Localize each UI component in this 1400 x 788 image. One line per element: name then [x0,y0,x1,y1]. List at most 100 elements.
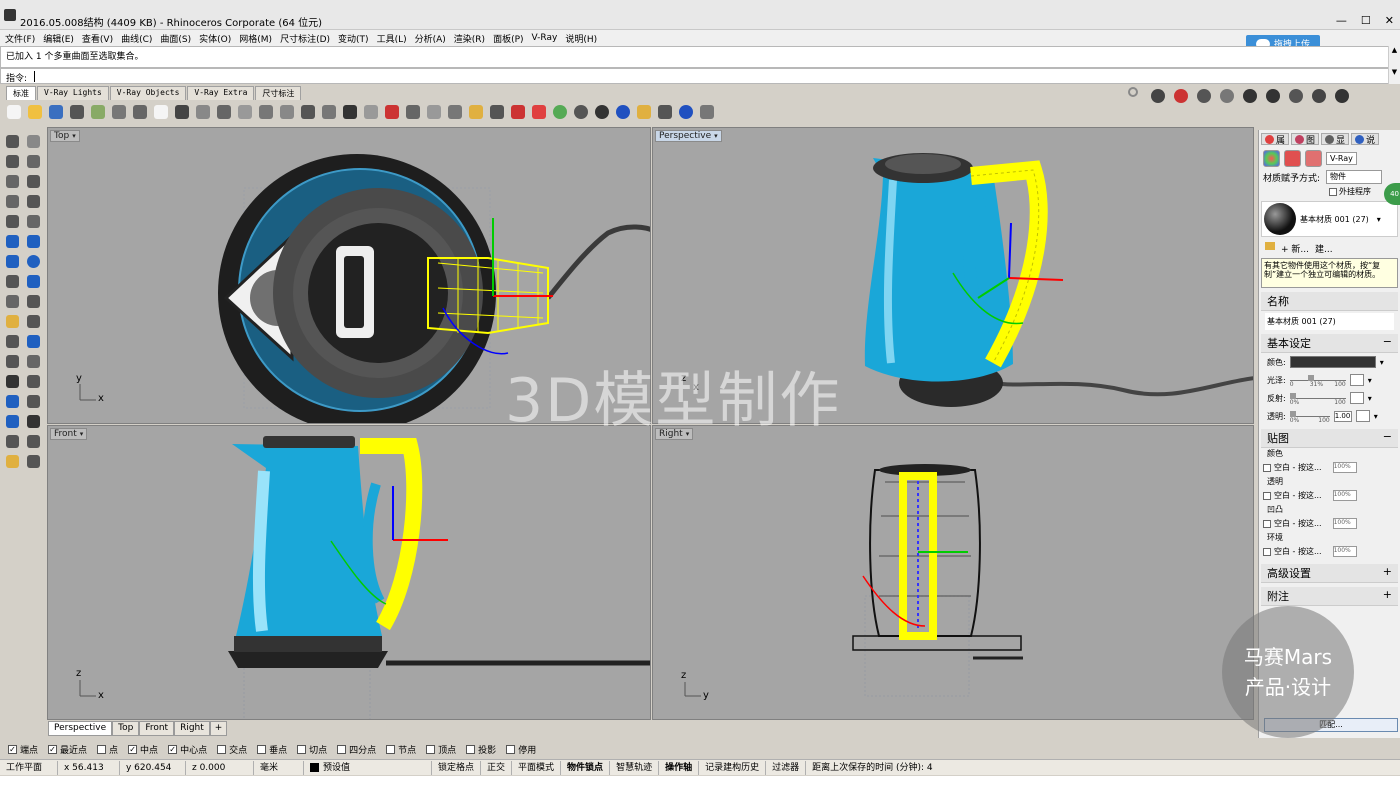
osnap-checkbox[interactable] [297,744,307,754]
material-icon[interactable] [529,102,549,122]
osnap-12[interactable]: 停用 [506,743,536,756]
osnap-checkbox[interactable] [257,744,267,754]
status-smarttrack[interactable]: 智慧轨迹 [610,760,660,775]
zoom-extents-icon[interactable] [256,102,276,122]
osnap-0[interactable]: ✓ 端点 [8,743,38,756]
viewport-label-right[interactable]: Right ▾ [655,428,694,440]
chevron-down-icon[interactable]: ▾ [80,430,84,438]
array-icon[interactable] [23,353,43,370]
section-advanced[interactable]: 高级设置 + [1261,564,1398,583]
vray-render-icon[interactable] [1148,86,1168,106]
loft-icon[interactable] [23,293,43,310]
color-swatch[interactable] [1289,356,1376,368]
sphere-icon[interactable] [571,102,591,122]
copy-icon[interactable] [130,102,150,122]
map-checkbox[interactable] [1263,547,1271,556]
toolbar-gear-icon[interactable] [1128,87,1138,97]
osnap-3[interactable]: ✓ 中点 [128,743,158,756]
tab-layers[interactable]: 图 [1291,133,1320,146]
rect-icon[interactable] [23,193,43,210]
expand-icon[interactable]: + [1383,588,1392,604]
status-gumball[interactable]: 操作轴 [659,760,700,775]
vray-stop-icon[interactable] [1171,86,1191,106]
osnap-10[interactable]: 顶点 [426,743,456,756]
map-amount-field[interactable]: 100% [1332,462,1357,473]
zoom-selected-icon[interactable] [277,102,297,122]
surface-icon[interactable] [2,233,22,250]
command-prompt[interactable]: 指令: [0,68,1400,84]
green-notification-badge[interactable]: 40 [1384,183,1400,205]
status-ortho[interactable]: 正交 [481,760,513,775]
chevron-down-icon[interactable]: ▾ [1368,394,1372,403]
menu-help[interactable]: 说明(H) [565,32,597,45]
point-icon[interactable] [445,102,465,122]
zoom-window-icon[interactable] [235,102,255,122]
viewport-label-top[interactable]: Top ▾ [50,130,80,142]
tab-vray-extra[interactable]: V-Ray Extra [187,86,255,100]
map-slot[interactable]: 空白 - 按这... [1274,490,1322,501]
status-osnap[interactable]: 物件锁点 [561,760,611,775]
menu-vray[interactable]: V-Ray [532,33,558,43]
assign-select[interactable]: 物件 [1326,170,1383,184]
section-name[interactable]: 名称 [1261,292,1398,311]
map-amount-field[interactable]: 100% [1332,546,1357,557]
print-icon[interactable] [67,102,87,122]
status-history[interactable]: 记录建构历史 [699,760,767,775]
ior-field[interactable]: 1.00 [1333,410,1352,422]
polyline-icon[interactable] [2,153,22,170]
osnap-7[interactable]: 切点 [297,743,327,756]
cut-icon[interactable] [109,102,129,122]
osnap-checkbox[interactable] [426,744,436,754]
collapse-icon[interactable]: − [1383,335,1392,351]
menu-file[interactable]: 文件(F) [5,32,35,45]
maximize-button[interactable]: ☐ [1361,14,1371,27]
status-layer[interactable]: 预设值 [304,760,432,775]
gloss-swatch[interactable] [1349,374,1364,386]
render-icon[interactable] [2,453,22,470]
viewport-label-front[interactable]: Front ▾ [50,428,88,440]
map-slot[interactable]: 空白 - 按这... [1274,518,1322,529]
material-name-field[interactable]: 基本材质 001 (27) [1265,313,1394,330]
map-checkbox[interactable] [1263,491,1271,500]
close-button[interactable]: ✕ [1385,14,1394,27]
status-cplane[interactable]: 工作平面 [0,760,58,775]
render-sphere-icon[interactable] [592,102,612,122]
osnap-9[interactable]: 节点 [386,743,416,756]
new-icon[interactable] [4,102,24,122]
viewport-tab-front[interactable]: Front [139,721,175,736]
history-scrollbar[interactable]: ▲ ▼ [1388,46,1400,84]
minimize-button[interactable]: — [1336,14,1347,27]
transparency-slider[interactable]: 0% 100 [1289,411,1330,424]
teapot-icon[interactable] [1286,86,1306,106]
chevron-down-icon[interactable]: ▾ [714,132,718,140]
dimension-icon[interactable] [23,373,43,390]
mesh-icon[interactable] [23,273,43,290]
vray-vfb-icon[interactable] [1332,86,1352,106]
spotlight-icon[interactable] [634,102,654,122]
cursor-icon[interactable] [697,102,717,122]
rotate-view-icon[interactable] [214,102,234,122]
create-material-button[interactable]: 建... [1315,242,1333,255]
color-wheel-icon[interactable] [550,102,570,122]
vray-frame-icon[interactable] [1194,86,1214,106]
paste-icon[interactable] [151,102,171,122]
vray-material-button[interactable]: V-Ray [1326,151,1357,165]
chevron-down-icon[interactable]: ▾ [1377,215,1381,224]
viewport-top[interactable]: Top ▾ y x [47,127,651,424]
snap-icon[interactable] [424,102,444,122]
menu-surface[interactable]: 曲面(S) [160,32,191,45]
viewport-front[interactable]: Front ▾ z x [47,425,651,720]
menu-tools[interactable]: 工具(L) [377,32,407,45]
viewport-tab-top[interactable]: Top [112,721,140,736]
four-view-icon[interactable] [340,102,360,122]
tab-help[interactable]: 说 [1351,133,1380,146]
cplane-icon[interactable] [361,102,381,122]
chevron-down-icon[interactable]: ▾ [72,132,76,140]
viewport-right[interactable]: Right ▾ z y [652,425,1254,720]
map-checkbox[interactable] [1263,519,1271,528]
arc-icon[interactable] [2,193,22,210]
chevron-down-icon[interactable]: ▾ [1380,358,1384,367]
vray-ipr-icon[interactable] [1240,86,1260,106]
paint-brush-icon[interactable] [1284,149,1301,167]
save-icon[interactable] [46,102,66,122]
